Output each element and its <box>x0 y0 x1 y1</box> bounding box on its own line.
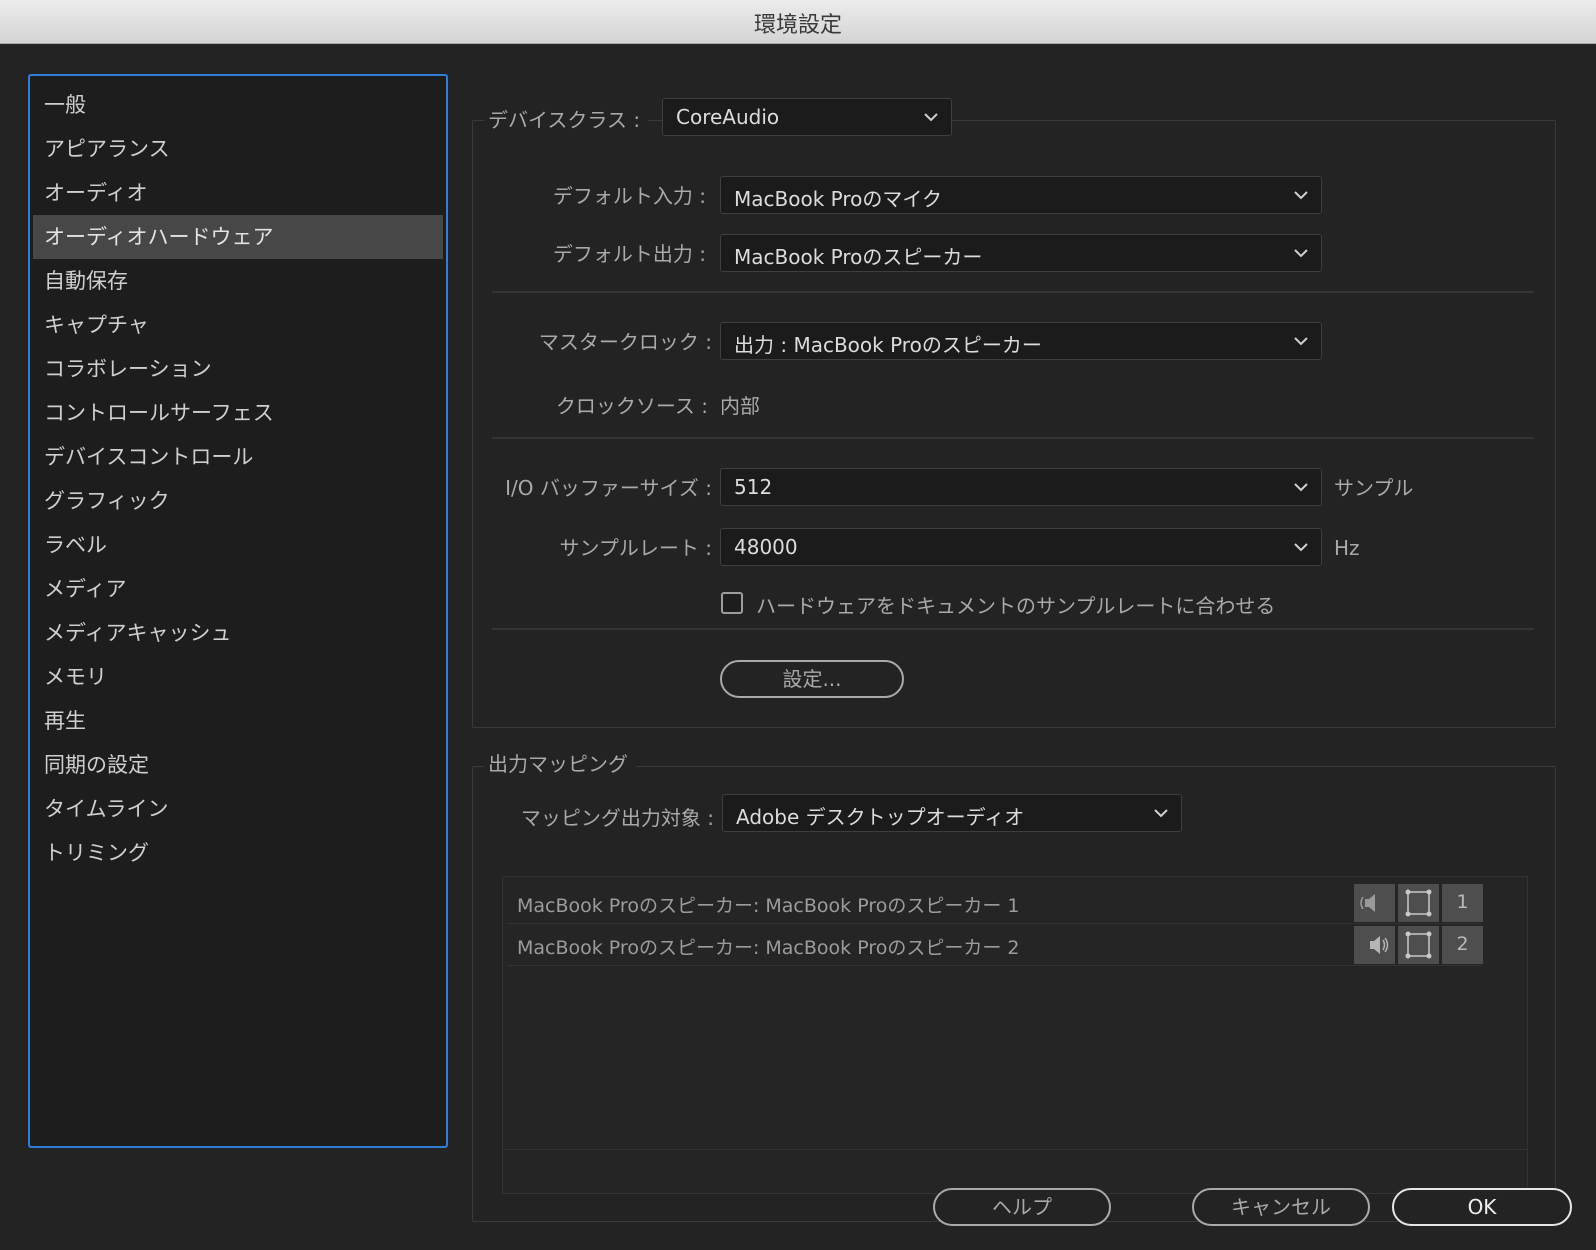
channel-number-cell[interactable]: 1 <box>1442 884 1483 922</box>
chevron-down-icon <box>1294 191 1308 200</box>
sidebar-item-playback[interactable]: 再生 <box>33 699 443 743</box>
divider <box>492 437 1534 439</box>
sidebar-item-control-surface[interactable]: コントロールサーフェス <box>33 391 443 435</box>
mapping-row[interactable]: MacBook Proのスピーカー: MacBook Proのスピーカー 2 2 <box>507 925 1483 966</box>
clock-source-value: 内部 <box>720 394 760 418</box>
channel-number: 2 <box>1456 933 1469 955</box>
sample-rate-label: サンプルレート : <box>559 536 713 560</box>
divider <box>492 291 1534 293</box>
sample-rate-unit: Hz <box>1334 536 1360 560</box>
master-clock-value: 出力 : MacBook Proのスピーカー <box>734 333 1042 357</box>
sidebar-item-audio[interactable]: オーディオ <box>33 171 443 215</box>
ok-button[interactable]: OK <box>1392 1188 1572 1226</box>
category-list[interactable]: 一般 アピアランス オーディオ オーディオハードウェア 自動保存 キャプチャ コ… <box>28 74 448 1148</box>
speaker-left-icon[interactable] <box>1354 884 1395 922</box>
default-output-label: デフォルト出力 : <box>552 242 706 266</box>
default-output-value: MacBook Proのスピーカー <box>734 245 983 269</box>
mapping-row[interactable]: MacBook Proのスピーカー: MacBook Proのスピーカー 1 1 <box>507 883 1483 924</box>
chevron-down-icon <box>924 113 938 122</box>
sidebar-item-general[interactable]: 一般 <box>33 83 443 127</box>
default-output-dropdown[interactable]: MacBook Proのスピーカー <box>720 234 1322 272</box>
channel-frame-icon[interactable] <box>1398 884 1439 922</box>
channel-number: 1 <box>1456 891 1469 913</box>
sidebar-item-appearance[interactable]: アピアランス <box>33 127 443 171</box>
buffer-size-unit: サンプル <box>1334 476 1414 500</box>
chevron-down-icon <box>1154 809 1168 818</box>
sidebar-item-timeline[interactable]: タイムライン <box>33 787 443 831</box>
device-class-legend: デバイスクラス : <box>484 100 649 140</box>
sidebar-item-collaboration[interactable]: コラボレーション <box>33 347 443 391</box>
output-mapping-list[interactable]: MacBook Proのスピーカー: MacBook Proのスピーカー 1 1… <box>502 876 1528 1194</box>
mapping-target-label: マッピング出力対象 : <box>520 806 714 830</box>
mapping-target-dropdown[interactable]: Adobe デスクトップオーディオ <box>722 794 1182 832</box>
sidebar-item-media-cache[interactable]: メディアキャッシュ <box>33 611 443 655</box>
sidebar-item-media[interactable]: メディア <box>33 567 443 611</box>
sidebar-item-memory[interactable]: メモリ <box>33 655 443 699</box>
speaker-right-icon[interactable] <box>1354 926 1395 964</box>
default-input-label: デフォルト入力 : <box>552 184 706 208</box>
default-input-value: MacBook Proのマイク <box>734 187 942 211</box>
master-clock-dropdown[interactable]: 出力 : MacBook Proのスピーカー <box>720 322 1322 360</box>
sidebar-item-graphics[interactable]: グラフィック <box>33 479 443 523</box>
divider <box>503 1149 1527 1150</box>
cancel-button[interactable]: キャンセル <box>1192 1188 1370 1226</box>
output-mapping-legend: 出力マッピング <box>488 752 628 776</box>
chevron-down-icon <box>1294 543 1308 552</box>
mapping-target-value: Adobe デスクトップオーディオ <box>736 805 1025 829</box>
device-class-value: CoreAudio <box>676 105 780 129</box>
sidebar-item-trimming[interactable]: トリミング <box>33 831 443 875</box>
title-bar: 環境設定 <box>0 0 1596 44</box>
mapping-row-name: MacBook Proのスピーカー: MacBook Proのスピーカー 1 <box>517 895 1020 917</box>
buffer-size-dropdown[interactable]: 512 <box>720 468 1322 506</box>
buffer-size-value: 512 <box>734 475 773 499</box>
sidebar-item-device-control[interactable]: デバイスコントロール <box>33 435 443 479</box>
match-sample-rate-checkbox[interactable] <box>721 592 743 614</box>
chevron-down-icon <box>1294 483 1308 492</box>
channel-frame-icon[interactable] <box>1398 926 1439 964</box>
sidebar-item-capture[interactable]: キャプチャ <box>33 303 443 347</box>
sidebar-item-audio-hardware[interactable]: オーディオハードウェア <box>33 215 443 259</box>
channel-number-cell[interactable]: 2 <box>1442 926 1483 964</box>
sidebar-item-auto-save[interactable]: 自動保存 <box>33 259 443 303</box>
mapping-row-name: MacBook Proのスピーカー: MacBook Proのスピーカー 2 <box>517 937 1020 959</box>
device-class-dropdown[interactable]: CoreAudio <box>662 98 952 136</box>
sidebar-item-labels[interactable]: ラベル <box>33 523 443 567</box>
clock-source-label: クロックソース : <box>555 394 708 418</box>
sidebar-item-sync-settings[interactable]: 同期の設定 <box>33 743 443 787</box>
master-clock-label: マスタークロック : <box>538 330 712 354</box>
device-class-label: デバイスクラス : <box>488 108 641 132</box>
sample-rate-dropdown[interactable]: 48000 <box>720 528 1322 566</box>
divider <box>492 628 1534 630</box>
settings-button[interactable]: 設定... <box>720 660 904 698</box>
default-input-dropdown[interactable]: MacBook Proのマイク <box>720 176 1322 214</box>
chevron-down-icon <box>1294 337 1308 346</box>
window-title: 環境設定 <box>753 13 842 38</box>
chevron-down-icon <box>1294 249 1308 258</box>
output-mapping-legend-area: 出力マッピング <box>484 744 636 784</box>
sample-rate-value: 48000 <box>734 535 798 559</box>
buffer-size-label: I/O バッファーサイズ : <box>505 476 712 500</box>
help-button[interactable]: ヘルプ <box>933 1188 1111 1226</box>
match-sample-rate-label[interactable]: ハードウェアをドキュメントのサンプルレートに合わせる <box>756 590 1275 619</box>
